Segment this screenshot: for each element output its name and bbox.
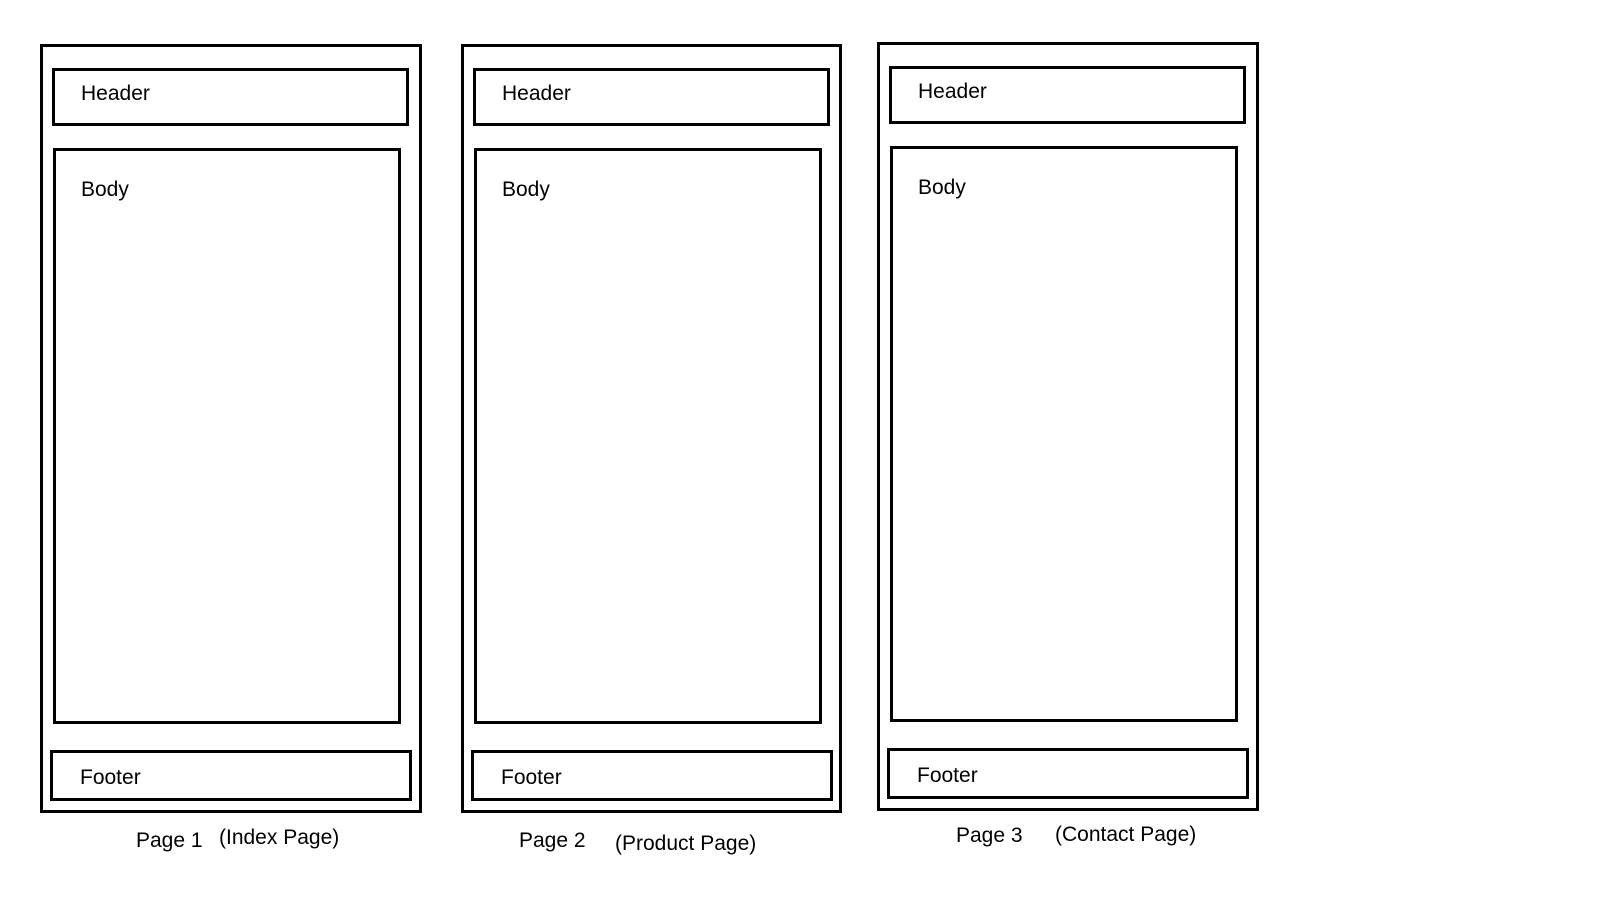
- footer-block: Footer: [50, 750, 412, 801]
- page-number-caption: Page 1: [136, 829, 203, 852]
- page-name-caption: (Contact Page): [1055, 823, 1197, 846]
- page-number-caption: Page 2: [519, 829, 586, 852]
- footer-label: Footer: [501, 766, 562, 789]
- body-block: Body: [53, 148, 401, 724]
- page-wireframe-contact: Header Body Footer: [877, 42, 1259, 811]
- header-block: Header: [473, 68, 830, 126]
- header-label: Header: [81, 82, 150, 105]
- body-label: Body: [918, 176, 966, 199]
- header-label: Header: [502, 82, 571, 105]
- body-label: Body: [502, 178, 550, 201]
- footer-label: Footer: [80, 766, 141, 789]
- page-wireframe-index: Header Body Footer: [40, 44, 422, 813]
- footer-block: Footer: [471, 750, 833, 801]
- body-block: Body: [890, 146, 1238, 722]
- page-number-caption: Page 3: [956, 824, 1023, 847]
- page-wireframe-product: Header Body Footer: [461, 44, 842, 813]
- body-block: Body: [474, 148, 822, 724]
- header-block: Header: [889, 66, 1246, 124]
- body-label: Body: [81, 178, 129, 201]
- page-name-caption: (Product Page): [615, 832, 757, 855]
- footer-block: Footer: [887, 748, 1249, 799]
- header-label: Header: [918, 80, 987, 103]
- page-name-caption: (Index Page): [219, 826, 340, 849]
- header-block: Header: [52, 68, 409, 126]
- footer-label: Footer: [917, 764, 978, 787]
